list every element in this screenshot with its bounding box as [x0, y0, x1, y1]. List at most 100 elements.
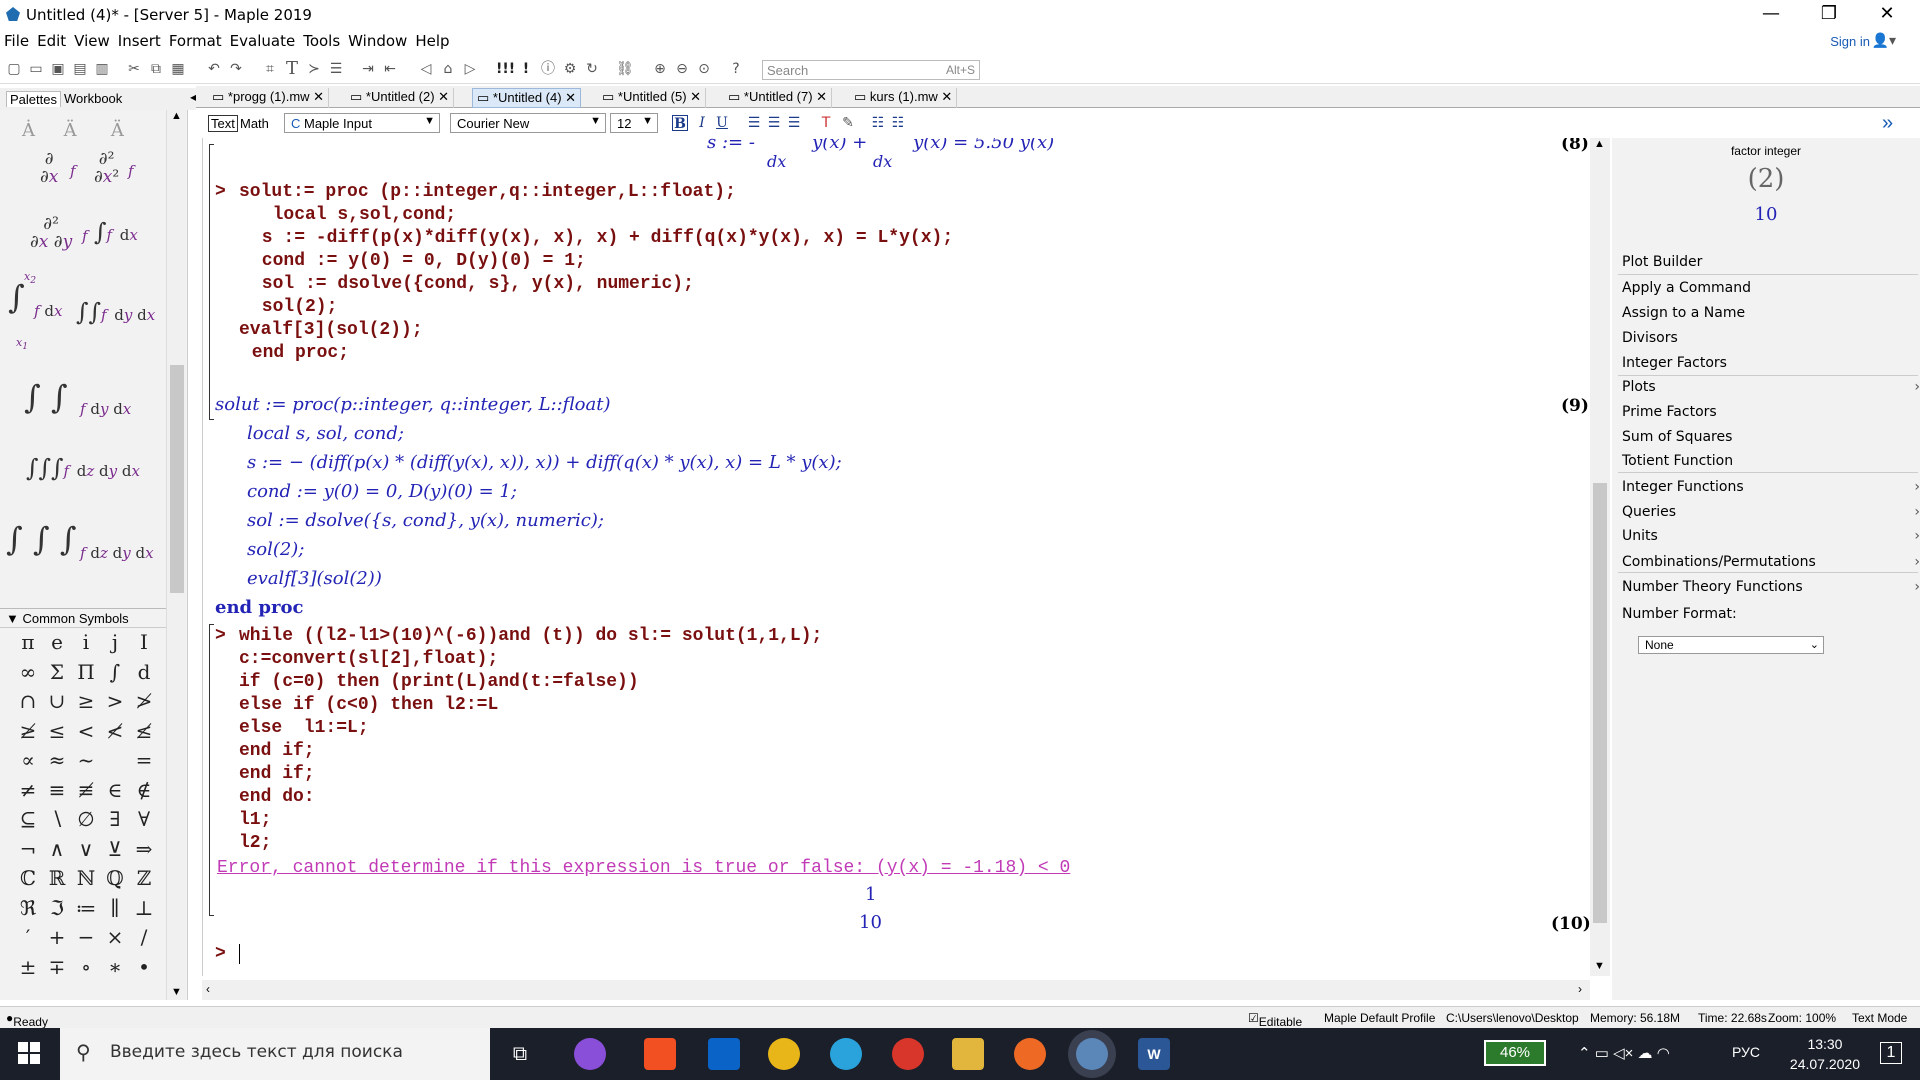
menu-format[interactable]: Format [165, 30, 226, 50]
code-line[interactable]: end if; [239, 741, 315, 761]
battery-indicator[interactable]: 46% [1484, 1040, 1546, 1066]
zoom-out-icon[interactable]: ⊖ [674, 61, 690, 77]
symbol-button[interactable]: ∞ [14, 660, 42, 686]
close-button[interactable]: ✕ [1858, 0, 1916, 30]
symbol-button[interactable]: ≢ [72, 778, 100, 804]
symbol-button[interactable]: π [14, 630, 42, 656]
symbol-button[interactable]: ⊻ [101, 837, 129, 863]
symbol-button[interactable]: e [43, 630, 71, 656]
tab-untitled-5[interactable]: ▭ *Untitled (5) ✕ [598, 88, 707, 108]
symbol-button[interactable]: ~ [72, 748, 100, 774]
code-line[interactable]: solut:= proc (p::integer,q::integer,L::f… [239, 182, 736, 202]
app-red-icon[interactable] [892, 1038, 924, 1070]
symbol-button[interactable]: + [43, 925, 71, 951]
symbol-button[interactable]: ℜ [14, 896, 42, 922]
save-icon[interactable]: ▣ [50, 61, 66, 77]
symbol-button[interactable] [101, 748, 129, 774]
context-menu-item[interactable]: Sum of Squares [1622, 429, 1920, 445]
tray-icons[interactable]: ⌃ ▭ ◁× ☁ ◠ [1578, 1044, 1670, 1062]
symbol-button[interactable]: ∖ [43, 807, 71, 833]
code-line[interactable]: if (c=0) then (print(L)and(t:=false)) [239, 672, 639, 692]
symbol-button[interactable]: ≰ [130, 719, 158, 745]
symbol-button[interactable]: ∓ [43, 955, 71, 981]
align-left-icon[interactable]: ☰ [746, 115, 762, 131]
bold-icon[interactable]: B [672, 115, 688, 132]
code-line[interactable]: s := -diff(p(x)*diff(y(x), x), x) + diff… [251, 228, 953, 248]
open-icon[interactable]: ▭ [28, 61, 44, 77]
symbol-button[interactable]: ∅ [72, 807, 100, 833]
code-line[interactable]: cond := y(0) = 0, D(y)(0) = 1; [251, 251, 586, 271]
code-line[interactable]: end if; [239, 764, 315, 784]
word-icon[interactable]: W [1138, 1038, 1170, 1070]
second-partial-icon[interactable]: ∂² ∂x² [94, 150, 119, 186]
store-icon[interactable] [644, 1038, 676, 1070]
code-line[interactable]: l2; [239, 833, 271, 853]
context-menu-item[interactable]: Combinations/Permutations › [1622, 554, 1920, 570]
symbol-button[interactable]: ⇒ [130, 837, 158, 863]
numbered-list-icon[interactable]: ☷ [890, 115, 906, 131]
symbol-button[interactable]: ℝ [43, 866, 71, 892]
symbol-button[interactable]: × [101, 925, 129, 951]
symbol-button[interactable]: ℕ [72, 866, 100, 892]
code-line[interactable]: while ((l2-l1>(10)^(-6))and (t)) do sl:=… [239, 626, 822, 646]
menu-tools[interactable]: Tools [299, 30, 344, 50]
symbol-button[interactable]: ∪ [43, 689, 71, 715]
cut-icon[interactable]: ✂ [126, 61, 142, 77]
symbol-button[interactable]: − [72, 925, 100, 951]
symbol-button[interactable]: ∨ [72, 837, 100, 863]
insert-prompt-icon[interactable]: ≻ [306, 61, 322, 77]
help-icon[interactable]: ? [728, 61, 744, 77]
assistant-icon[interactable] [574, 1038, 606, 1070]
menu-insert[interactable]: Insert [114, 30, 165, 50]
align-right-icon[interactable]: ☰ [786, 115, 802, 131]
execute-icon[interactable]: ! [518, 61, 534, 77]
context-menu-item[interactable]: Prime Factors [1622, 404, 1920, 420]
context-menu-item[interactable]: Integer Functions › [1622, 479, 1920, 495]
new-icon[interactable]: ▢ [6, 61, 22, 77]
back-icon[interactable]: ◁ [418, 61, 434, 77]
symbol-button[interactable]: d [130, 660, 158, 686]
mixed-partial-icon[interactable]: ∂² ∂x ∂y [30, 215, 72, 251]
outdent-icon[interactable]: ⇤ [382, 61, 398, 77]
symbol-button[interactable]: i [72, 630, 100, 656]
context-menu-item[interactable]: Integer Factors [1622, 355, 1920, 371]
symbol-button[interactable]: Π [72, 660, 100, 686]
context-menu-item[interactable]: Assign to a Name [1622, 305, 1920, 321]
symbol-button[interactable]: ′ [14, 925, 42, 951]
double-integral-icon[interactable]: ∫∫f dy dx [76, 298, 155, 326]
code-line[interactable]: local s,sol,cond; [251, 205, 457, 225]
code-line[interactable]: sol := dsolve({cond, s}, y(x), numeric); [251, 274, 694, 294]
mail-icon[interactable] [708, 1038, 740, 1070]
context-menu-item[interactable]: Plot Builder [1622, 254, 1920, 270]
symbol-button[interactable]: ∥ [101, 896, 129, 922]
insert-math-icon[interactable]: ⌗ [262, 61, 278, 77]
tab-kurs[interactable]: ▭ kurs (1).mw ✕ [850, 88, 958, 108]
symbol-button[interactable]: ≈ [43, 748, 71, 774]
text-mode-button[interactable]: Text [208, 115, 238, 132]
context-menu-item[interactable]: Number Theory Functions › [1622, 579, 1920, 595]
tab-palettes[interactable]: Palettes [6, 91, 61, 107]
symbol-button[interactable]: ⊥ [130, 896, 158, 922]
symbol-button[interactable]: ∩ [14, 689, 42, 715]
symbol-button[interactable]: ℤ [130, 866, 158, 892]
symbol-button[interactable]: ≔ [72, 896, 100, 922]
highlight-icon[interactable]: ✎ [840, 115, 856, 131]
symbol-button[interactable]: ≯ [130, 689, 158, 715]
origin-icon[interactable] [1014, 1038, 1046, 1070]
symbol-button[interactable]: ≱ [14, 719, 42, 745]
context-menu-item[interactable]: Queries › [1622, 504, 1920, 520]
underline-icon[interactable]: U [714, 115, 730, 131]
link-icon[interactable]: ⛓ [616, 61, 634, 77]
worksheet[interactable]: s := - y(x) + y(x) = 5.50 y(x) dx dx (8)… [202, 138, 1590, 976]
definite-integral-icon[interactable]: ∫ [8, 278, 25, 316]
italic-icon[interactable]: I [694, 115, 710, 131]
code-line[interactable]: c:=convert(sl[2],float); [239, 649, 498, 669]
tab-untitled-2[interactable]: ▭ *Untitled (2) ✕ [346, 88, 455, 108]
double-definite-integral-icon[interactable]: ∫ ∫ [24, 378, 68, 416]
font-select[interactable]: Courier New ▼ [450, 113, 606, 133]
code-line[interactable]: l1; [239, 810, 271, 830]
menu-window[interactable]: Window [344, 30, 411, 50]
symbol-button[interactable]: ∧ [43, 837, 71, 863]
symbol-button[interactable]: ℂ [14, 866, 42, 892]
symbol-button[interactable]: ∫ [101, 660, 129, 686]
